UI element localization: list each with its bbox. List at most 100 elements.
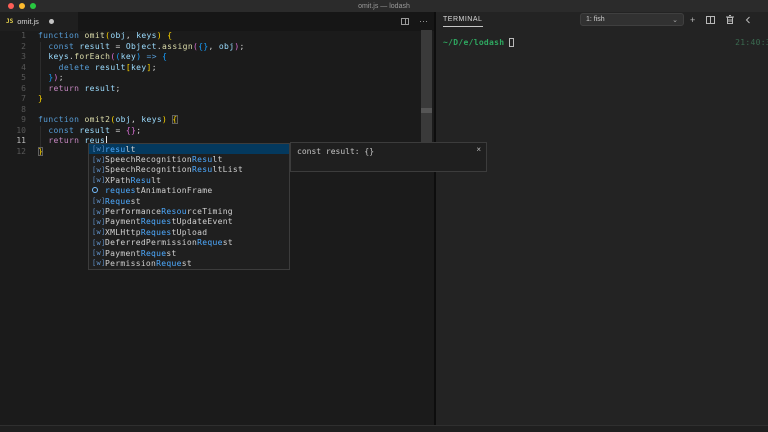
code-token: ; [240,42,245,51]
code-token: omit [85,31,106,40]
suggestion-item[interactable]: [w]Request [89,196,289,206]
terminal-panel: TERMINAL 1: fish ⌄ + ⋮ [436,12,768,425]
suggestion-label-part: tUpdateEvent [172,217,233,226]
terminal-select[interactable]: 1: fish ⌄ [580,13,684,26]
code-line[interactable]: 9function omit2(obj, keys) { [0,115,420,126]
suggestion-label-part: Payment [105,249,141,258]
terminal-header: TERMINAL 1: fish ⌄ + ⋮ [436,12,768,30]
word-suggestion-icon: [w] [92,249,105,257]
code-token: obj [219,42,235,51]
code-text: const result = Object.assign({}, obj); [26,42,245,53]
code-line[interactable]: 10 const result = {}; [0,126,420,137]
code-text: }); [26,73,64,84]
line-number: 12 [0,147,26,158]
title-bar: omit.js — lodash [0,0,768,12]
code-token: result [95,63,126,72]
line-number: 10 [0,126,26,137]
terminal-prompt-line: ~/D/e/lodash [443,38,514,47]
code-token: keys [136,31,157,40]
suggestion-item[interactable]: [w]PaymentRequest [89,248,289,258]
code-line[interactable]: 3 keys.forEach((key) => { [0,52,420,63]
new-terminal-icon[interactable]: + [690,15,695,25]
suggestion-label-part: resu [105,145,125,154]
code-token: key [131,63,147,72]
code-token: result [79,126,110,135]
function-suggestion-icon [92,187,105,195]
code-text: delete result[key]; [26,63,157,74]
split-editor-icon[interactable] [401,18,409,25]
code-text: const result = {}; [26,126,141,137]
suggestion-item[interactable]: [w]PaymentRequestUpdateEvent [89,217,289,227]
tab-omit-js[interactable]: JS omit.js [0,12,78,31]
suggestion-label-part: Reques [141,217,172,226]
suggestion-item[interactable]: [w]SpeechRecognitionResult [89,154,289,164]
code-line[interactable]: 6 return result; [0,84,420,95]
terminal-output[interactable]: ~/D/e/lodash 21:40:3 [436,34,768,424]
code-line[interactable]: 7} [0,94,420,105]
editor-tab-bar: JS omit.js ⋯ [0,12,434,31]
suggestion-label-part: ltList [212,165,243,174]
suggestion-item[interactable]: [w]PerformanceResourceTiming [89,206,289,216]
line-number: 4 [0,63,26,74]
editor-actions: ⋯ [401,12,428,31]
code-lines: 1function omit(obj, keys) {2 const resul… [0,31,420,157]
line-number: 1 [0,31,26,42]
line-number: 7 [0,94,26,105]
code-token: result [85,84,116,93]
terminal-prompt-path: ~/D/e/lodash [443,38,504,47]
code-token: ; [116,84,121,93]
code-token: Object [126,42,157,51]
code-token: } [38,147,43,156]
code-line[interactable]: 8 [0,105,420,116]
suggestion-label-part: lt [151,176,161,185]
terminal-panel-title[interactable]: TERMINAL [443,16,482,23]
kill-terminal-trash-icon[interactable] [726,15,734,24]
chevron-left-icon[interactable] [745,16,751,24]
code-token: obj [110,31,126,40]
split-terminal-icon[interactable] [706,16,715,24]
code-token: function [38,115,85,124]
suggestion-item[interactable]: requestAnimationFrame [89,186,289,196]
line-number: 6 [0,84,26,95]
suggestion-label-part: XMLHttp [105,228,141,237]
code-token: => [147,52,157,61]
suggestion-list: [w]result[w]SpeechRecognitionResult[w]Sp… [89,144,289,269]
suggestion-item[interactable]: [w]result [89,144,289,154]
suggestion-item[interactable]: [w]DeferredPermissionRequest [89,238,289,248]
code-token: delete [59,63,95,72]
code-token: = [110,42,126,51]
more-actions-icon[interactable]: ⋯ [419,17,428,26]
overflow-menu-icon[interactable]: ⋮ [762,15,765,25]
editor-scrollbar[interactable] [421,30,432,143]
suggestion-label-part: Resu [131,176,151,185]
word-suggestion-icon: [w] [92,197,105,205]
code-line[interactable]: 1function omit(obj, keys) { [0,31,420,42]
code-line[interactable]: 2 const result = Object.assign({}, obj); [0,42,420,53]
suggestion-item[interactable]: [w]PermissionRequest [89,258,289,268]
code-token: ; [152,63,157,72]
modified-dot-icon[interactable] [49,19,54,24]
suggestion-item[interactable]: [w]XPathResult [89,175,289,185]
suggestion-label-part: SpeechRecognition [105,165,192,174]
close-icon[interactable]: × [476,145,481,154]
suggestion-label-part: Resu [192,155,212,164]
word-suggestion-icon: [w] [92,218,105,226]
code-token: const [48,42,79,51]
line-number: 11 [0,136,26,147]
code-text: function omit(obj, keys) { [26,31,172,42]
code-line[interactable]: 5 }); [0,73,420,84]
code-token: result [79,42,110,51]
suggestion-label-part: st [166,249,176,258]
word-suggestion-icon: [w] [92,145,105,153]
code-token: = [110,126,126,135]
code-token: function [38,31,85,40]
suggestion-label-part: st [182,259,192,268]
code-token: , [131,115,141,124]
code-token: {} [126,126,136,135]
indent-guide [40,126,41,147]
suggestion-item[interactable]: [w]XMLHttpRequestUpload [89,227,289,237]
code-token: forEach [74,52,110,61]
code-line[interactable]: 4 delete result[key]; [0,63,420,74]
suggestion-item[interactable]: [w]SpeechRecognitionResultList [89,165,289,175]
suggestion-label-part: rceTiming [187,207,233,216]
